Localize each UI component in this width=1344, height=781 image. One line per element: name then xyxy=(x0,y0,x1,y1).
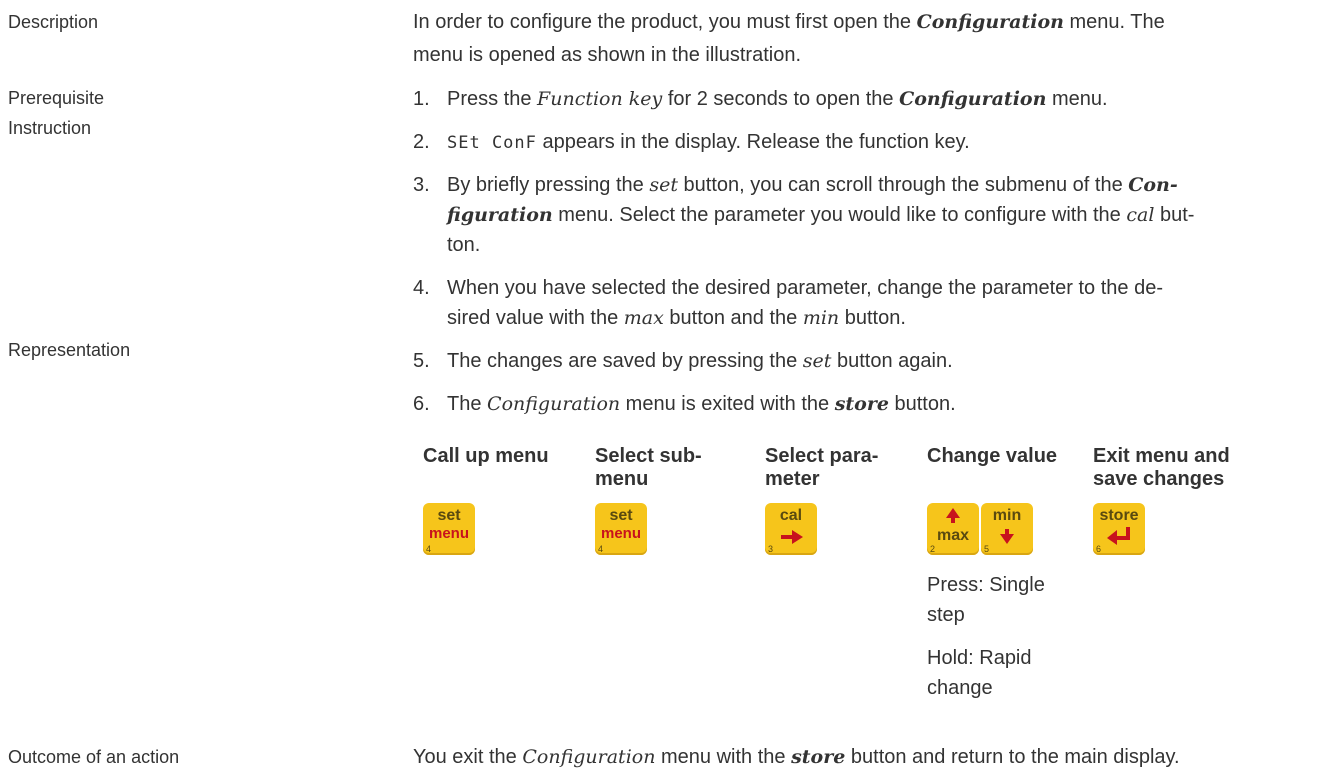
arrow-up-icon xyxy=(946,508,960,523)
arrow-right-icon xyxy=(781,530,803,544)
label-outcome: Outcome of an action xyxy=(8,747,180,767)
label-prerequisite: Prerequisite xyxy=(8,88,105,108)
set-menu-key: set menu 4 xyxy=(423,503,475,555)
heading-exit-menu: Exit menu and save changes xyxy=(1093,445,1230,490)
description-line-2: menu is opened as shown in the illustrat… xyxy=(413,44,802,66)
heading-select-submenu: Select sub-menu xyxy=(595,445,702,490)
label-instruction: Instruction xyxy=(8,118,92,138)
description-line-1: In order to configure the product, you m… xyxy=(413,11,1165,33)
heading-change-value: Change value xyxy=(927,445,1058,467)
note-press: Press: Single step xyxy=(927,574,1045,626)
enter-arrow-icon xyxy=(1107,527,1130,545)
display-text: SEt ConF xyxy=(447,133,537,153)
outcome-text: You exit the Configuration menu with the… xyxy=(413,746,1180,768)
label-description: Description xyxy=(8,12,99,32)
note-hold: Hold: Rapid change xyxy=(927,647,1032,699)
min-key: min 5 xyxy=(981,503,1033,555)
heading-call-up-menu: Call up menu xyxy=(423,445,549,467)
heading-select-parameter: Select para-meter xyxy=(765,445,879,490)
set-menu-key: set menu 4 xyxy=(595,503,647,555)
arrow-down-icon xyxy=(1000,529,1014,544)
cal-key: cal 3 xyxy=(765,503,817,555)
label-representation: Representation xyxy=(8,340,131,360)
max-key: max 2 xyxy=(927,503,979,555)
store-key: store 6 xyxy=(1093,503,1145,555)
